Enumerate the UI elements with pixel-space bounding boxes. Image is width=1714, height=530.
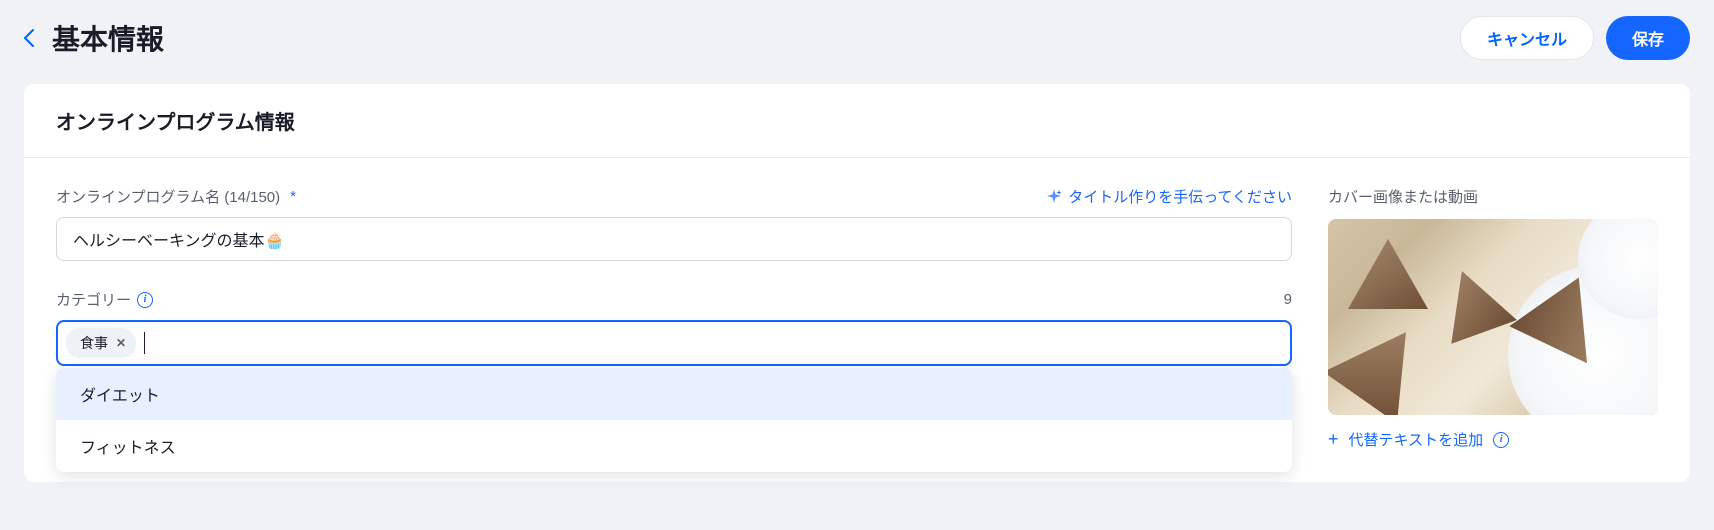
page-header: 基本情報 キャンセル 保存 [0,0,1714,76]
text-cursor-icon [144,332,145,354]
program-name-field: オンラインプログラム名 (14/150) * タイトル作りを手伝ってください [56,186,1292,261]
panel-header: オンラインプログラム情報 [24,84,1690,158]
required-asterisk-icon: * [290,188,296,205]
category-tag-chip: 食事 ✕ [66,328,136,358]
back-chevron-icon[interactable] [24,29,34,47]
dropdown-item[interactable]: フィットネス [56,420,1292,472]
cancel-button[interactable]: キャンセル [1460,16,1594,60]
category-label-text: カテゴリー [56,289,131,310]
cover-column: カバー画像または動画 + 代替テキストを追加 i [1328,186,1658,450]
main-panel: オンラインプログラム情報 オンラインプログラム名 (14/150) * [24,84,1690,482]
category-tag-input[interactable]: 食事 ✕ [56,320,1292,366]
info-icon[interactable]: i [1493,432,1509,448]
panel-heading: オンラインプログラム情報 [56,106,1658,135]
category-label: カテゴリー i [56,289,153,310]
tag-remove-icon[interactable]: ✕ [116,336,126,350]
dropdown-item[interactable]: ダイエット [56,368,1292,420]
header-left: 基本情報 [24,18,164,58]
header-buttons: キャンセル 保存 [1460,16,1690,60]
tag-chip-label: 食事 [80,333,108,353]
alt-text-link-label: 代替テキストを追加 [1349,429,1484,450]
alt-text-add-link[interactable]: + 代替テキストを追加 i [1328,429,1509,450]
program-name-input[interactable] [56,217,1292,261]
category-limit: 9 [1284,291,1292,308]
panel-body: オンラインプログラム名 (14/150) * タイトル作りを手伝ってください [24,158,1690,482]
form-column: オンラインプログラム名 (14/150) * タイトル作りを手伝ってください [56,186,1292,450]
cover-label: カバー画像または動画 [1328,186,1658,207]
field-label-row: オンラインプログラム名 (14/150) * タイトル作りを手伝ってください [56,186,1292,207]
category-dropdown: ダイエット フィットネス [56,368,1292,472]
info-icon[interactable]: i [137,292,153,308]
title-helper-link[interactable]: タイトル作りを手伝ってください [1046,186,1292,207]
category-field: カテゴリー i 9 食事 ✕ ダイエット フィットネス [56,289,1292,366]
field-label-row: カテゴリー i 9 [56,289,1292,310]
plus-icon: + [1328,429,1339,450]
sparkle-icon [1046,189,1062,205]
program-name-label-text: オンラインプログラム名 (14/150) [56,186,280,207]
page-title: 基本情報 [52,18,164,58]
title-helper-text: タイトル作りを手伝ってください [1068,186,1292,207]
save-button[interactable]: 保存 [1606,16,1690,60]
cover-image-preview[interactable] [1328,219,1658,415]
program-name-label: オンラインプログラム名 (14/150) * [56,186,296,207]
